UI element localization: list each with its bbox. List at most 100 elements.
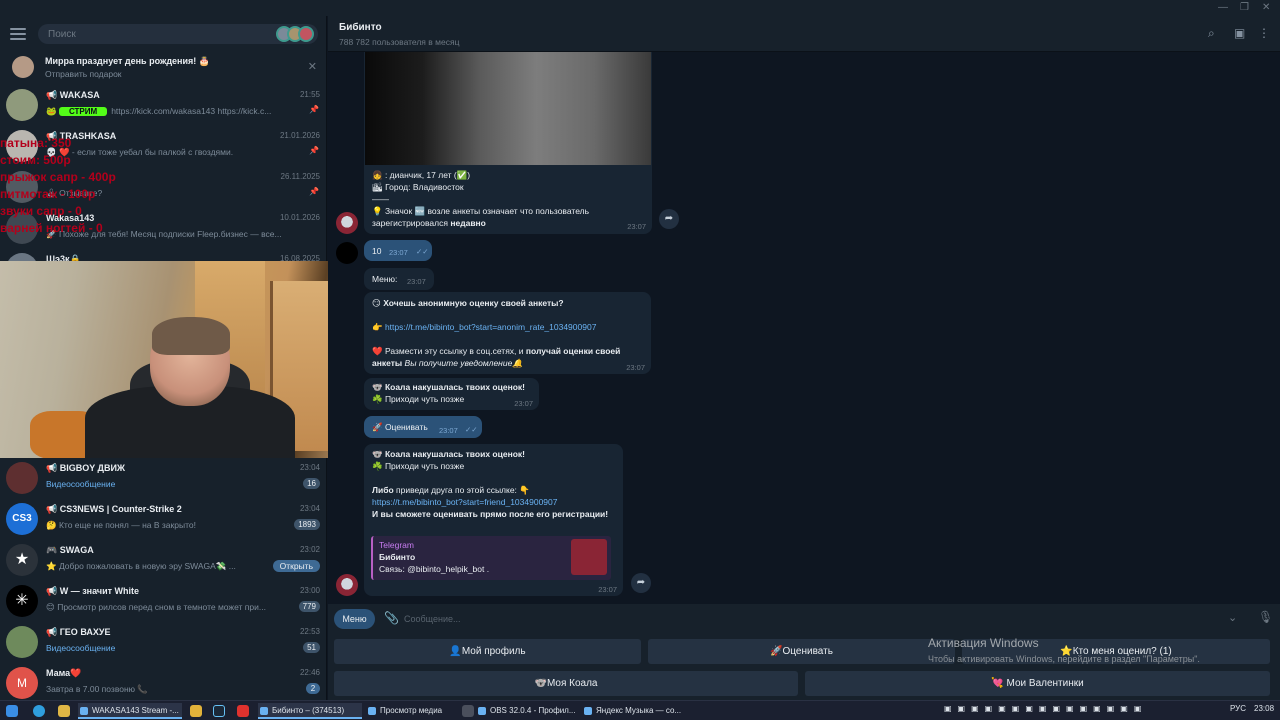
chat-item-wakasa[interactable]: 📢 WAKASA 21:55 🐸 СТРИМ https://kick.com/w… [0, 85, 326, 126]
taskbar-obs[interactable]: OBS 32.0.4 - Профил... [476, 703, 576, 719]
chat-item-3[interactable]: 26.11.2025 🕹 Отзывите? 📌 [0, 167, 326, 208]
asterisk-icon: ✳ [6, 585, 38, 617]
birthday-banner[interactable]: Мирра празднует день рождения! 🎂 Отправи… [0, 52, 326, 82]
pin-icon: 📌 [309, 146, 319, 155]
maximize-icon[interactable]: ❐ [1240, 2, 1249, 13]
input-language[interactable]: РУС [1230, 704, 1246, 713]
message-time: 23:07 [439, 426, 458, 435]
avatar [6, 212, 38, 244]
open-button[interactable]: Открыть [272, 560, 320, 572]
chat-preview: ⭐ Добро пожаловать в новую эру SWAGA💸 ..… [46, 561, 236, 571]
chat-time: 21.01.2026 [279, 131, 320, 140]
system-tray-icons[interactable]: ▣▣▣▣▣▣▣▣▣▣▣▣▣▣▣ [944, 704, 1147, 713]
taskbar-browser[interactable]: WAKASA143 Stream -... [78, 703, 182, 719]
my-koala-button[interactable]: 🐨Моя Коала [334, 671, 798, 696]
bot-avatar[interactable] [336, 212, 358, 234]
message-text: 10 [372, 246, 382, 256]
edge-icon[interactable] [33, 705, 45, 717]
chat-preview: 🤔 Кто еще не понял — на В закрыто! [46, 520, 196, 530]
profile-line: 🏙 Город: Владивосток [372, 182, 464, 192]
attach-icon[interactable]: 📎 [384, 611, 399, 625]
chat-item-bigboy[interactable]: 📢 BIGBOY ДВИЖ 23:04 Видеосообщение 16 [0, 458, 326, 499]
chat-time: 22:53 [299, 627, 320, 636]
app-icon[interactable] [462, 705, 474, 717]
chat-item-trashkasa[interactable]: 📢 TRASHKASA 21.01.2026 💀 ❤️ - если тоже … [0, 126, 326, 167]
message-text: 🐨 Коала накушалась твоих оценок! [372, 382, 525, 392]
microphone-icon[interactable]: 🎙 [1258, 610, 1273, 624]
avatar [6, 130, 38, 162]
menu-icon[interactable] [10, 28, 26, 40]
story-avatar[interactable] [298, 26, 314, 42]
share-icon[interactable]: ➦ [631, 573, 651, 593]
search-bar[interactable] [38, 24, 318, 45]
chat-preview: 🚀 Похоже для тебя! Месяц подписки Fleep.… [46, 229, 282, 239]
chat-title: 📢 ГЕО ВАХУЕ [46, 627, 111, 637]
profile-separator: —— [372, 194, 389, 204]
message-input[interactable] [404, 610, 1104, 628]
my-profile-button[interactable]: 👤Мой профиль [334, 639, 641, 664]
composer: Меню 📎 ⌄ 🎙 [328, 604, 1280, 634]
folder-icon[interactable] [58, 705, 70, 717]
sidebar-toggle-icon[interactable]: ▣ [1234, 26, 1245, 40]
steam-icon[interactable] [213, 705, 225, 717]
minimize-icon[interactable]: — [1218, 2, 1228, 13]
rate-button[interactable]: 🚀Оценивать [648, 639, 955, 664]
taskbar-telegram[interactable]: Бибинто – (374513) [258, 703, 362, 719]
message-list: 👧 : дианчик, 17 лет (✅) 🏙 Город: Владиво… [328, 52, 1280, 604]
yandex-browser-icon[interactable] [237, 705, 249, 717]
chat-title: 📢 CS3NEWS | Counter-Strike 2 [46, 504, 182, 514]
profile-message: 👧 : дианчик, 17 лет (✅) 🏙 Город: Владиво… [364, 52, 652, 234]
chat-item-mama[interactable]: M Мама❤️ 22:46 Завтра в 7.00 позвоню 📞 2 [0, 663, 326, 700]
window-titlebar: — ❐ ✕ [0, 0, 1280, 16]
message-time: 23:07 [626, 363, 645, 372]
profile-photo[interactable] [365, 52, 651, 165]
link-preview[interactable]: Telegram Бибинто Связь: @bibinto_helpik_… [371, 536, 611, 580]
search-icon[interactable]: ⌕ [1208, 26, 1215, 41]
avatar-initial: M [6, 667, 38, 699]
chat-item-swaga[interactable]: ★ 🎮 SWAGA 23:02 ⭐ Добро пожаловать в нов… [0, 540, 326, 581]
chat-title[interactable]: Бибинто [339, 22, 382, 33]
taskbar-music[interactable]: Яндекс Музыка — со... [582, 703, 682, 719]
preview-title: Бибинто [379, 552, 416, 562]
chat-item-wakasa143[interactable]: Wakasa143 10.01.2026 🚀 Похоже для тебя! … [0, 208, 326, 249]
chat-preview: 🐸 СТРИМ https://kick.com/wakasa143 https:… [46, 106, 272, 116]
search-input[interactable] [38, 24, 238, 45]
message-text: 🐨 Коала накушалась твоих оценок! [372, 449, 525, 459]
share-icon[interactable]: ➦ [659, 209, 679, 229]
close-icon[interactable]: ✕ [308, 60, 317, 73]
chat-title: 📢 TRASHKASA [46, 131, 117, 141]
keyboard-toggle-icon[interactable]: ⌄ [1228, 611, 1237, 624]
my-valentines-button[interactable]: 💘 Мои Валентинки [805, 671, 1270, 696]
chat-time: 10.01.2026 [279, 213, 320, 222]
bot-menu-button[interactable]: Меню [334, 609, 375, 629]
clock[interactable]: 23:08 [1254, 704, 1274, 713]
chat-item-geo[interactable]: 📢 ГЕО ВАХУЕ 22:53 Видеосообщение 51 [0, 622, 326, 663]
profile-line: 👧 : дианчик, 17 лет (✅) [372, 170, 471, 180]
more-icon[interactable]: ⋮ [1258, 26, 1270, 40]
user-avatar[interactable] [336, 242, 358, 264]
windows-activation-text: Чтобы активировать Windows, перейдите в … [928, 654, 1200, 664]
unread-badge: 779 [298, 601, 320, 612]
chat-preview: Завтра в 7.00 позвоню 📞 [46, 684, 148, 694]
birthday-title: Мирра празднует день рождения! 🎂 [45, 56, 210, 66]
bot-avatar[interactable] [336, 574, 358, 596]
message-text: Меню: [372, 274, 398, 284]
chat-item-white[interactable]: ✳ 📢 W — значит White 23:00 😊 Просмотр ри… [0, 581, 326, 622]
avatar [6, 626, 38, 658]
yandex-icon[interactable] [190, 705, 202, 717]
star-icon: ★ [6, 544, 38, 576]
chat-item-cs3news[interactable]: CS3 📢 CS3NEWS | Counter-Strike 2 23:04 🤔… [0, 499, 326, 540]
preview-source: Telegram [379, 540, 414, 550]
birthday-subtitle: Отправить подарок [45, 69, 122, 79]
message-text: ☘️ Приходи чуть позже [372, 461, 465, 471]
message-text: ☘️ Приходи чуть позже [372, 394, 465, 404]
close-window-icon[interactable]: ✕ [1262, 2, 1270, 13]
outgoing-message: 🚀 Оценивать 23:07 ✓✓ [364, 416, 482, 438]
message-time: 23:07 [514, 399, 533, 408]
windows-start-icon[interactable] [6, 705, 18, 717]
taskbar-media[interactable]: Просмотр медиа [366, 703, 456, 719]
avatar [6, 171, 38, 203]
friend-link[interactable]: https://t.me/bibinto_bot?start=friend_10… [372, 496, 557, 508]
rating-link[interactable]: 👉 https://t.me/bibinto_bot?start=anonim_… [372, 321, 596, 333]
stories-row[interactable] [276, 26, 314, 42]
